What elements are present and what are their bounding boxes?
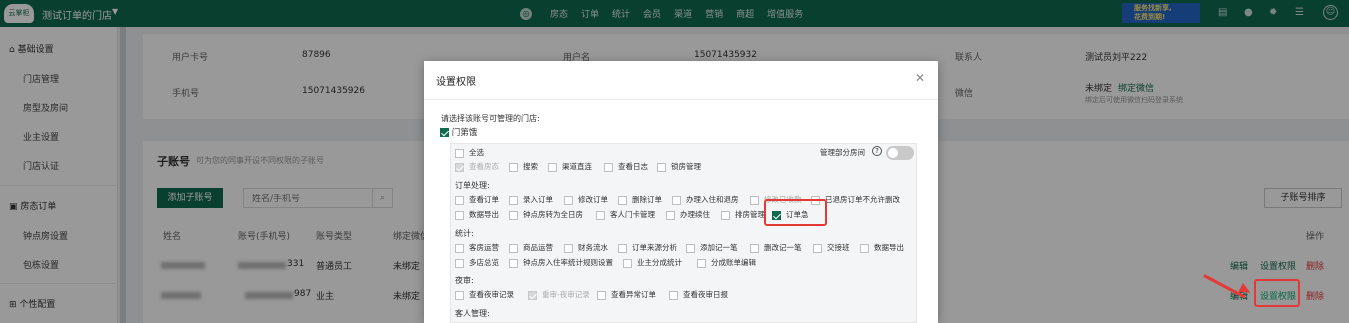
perm-checkin-checkout[interactable]: 办理入住和退房 bbox=[672, 194, 739, 205]
perm-multi-store[interactable]: 多店总览 bbox=[455, 257, 499, 268]
perm-view-abnormal-orders[interactable]: 查看异常订单 bbox=[597, 289, 656, 300]
perm-data-export[interactable]: 数据导出 bbox=[455, 209, 499, 220]
perm-modify-orders[interactable]: 修改订单 bbox=[564, 194, 608, 205]
perm-view-night-audit[interactable]: 查看夜审记录 bbox=[455, 289, 514, 300]
modal-divider bbox=[424, 99, 938, 100]
set-permission-link-highlighted[interactable]: 设置权限 bbox=[1260, 289, 1296, 302]
perm-room-assignment[interactable]: 排房管理 bbox=[721, 209, 765, 220]
perm-add-record[interactable]: 添加记一笔 bbox=[686, 242, 738, 253]
store-checkbox[interactable]: 门第饿 bbox=[440, 126, 477, 138]
perm-view-log[interactable]: 查看日志 bbox=[604, 161, 648, 172]
perm-owner-share-stats[interactable]: 业主分成统计 bbox=[623, 257, 682, 268]
perm-extend-stay[interactable]: 办理续住 bbox=[666, 209, 710, 220]
perm-stats-export[interactable]: 数据导出 bbox=[860, 242, 904, 253]
perm-shift-handover[interactable]: 交接班 bbox=[813, 242, 850, 253]
order-section-title: 订单处理: bbox=[455, 181, 490, 190]
perm-share-bill-edit[interactable]: 分成账单编辑 bbox=[697, 257, 756, 268]
store-select-prompt: 请选择该账号可管理的门店: bbox=[441, 114, 540, 123]
perm-door-card[interactable]: 客人门卡管理 bbox=[596, 209, 655, 220]
perm-view-orders[interactable]: 查看订单 bbox=[455, 194, 499, 205]
perm-hourly-occupancy-rules[interactable]: 钟点房入住率统计规则设置 bbox=[509, 257, 613, 268]
perm-edit-record[interactable]: 删改记一笔 bbox=[750, 242, 802, 253]
guest-section-title: 客人管理: bbox=[455, 309, 490, 318]
night-audit-section-title: 夜审: bbox=[455, 276, 474, 285]
partial-rooms-label: 管理部分房间 bbox=[820, 148, 865, 157]
perm-select-all[interactable]: 全选 bbox=[455, 147, 484, 158]
perm-view-room-status[interactable]: 查看房态 bbox=[455, 161, 499, 172]
partial-rooms-toggle[interactable] bbox=[886, 146, 914, 160]
perm-financial-flow[interactable]: 财务流水 bbox=[564, 242, 608, 253]
question-icon[interactable]: ? bbox=[872, 146, 882, 156]
stats-section-title: 统计: bbox=[455, 229, 474, 238]
perm-channel-direct[interactable]: 渠道直连 bbox=[548, 161, 592, 172]
perm-hourly-to-full-day[interactable]: 钟点房转为全日房 bbox=[509, 209, 583, 220]
perm-delete-orders[interactable]: 删除订单 bbox=[618, 194, 662, 205]
checkbox-checked-icon[interactable] bbox=[440, 128, 449, 137]
modal-title: 设置权限 bbox=[436, 77, 476, 88]
perm-search[interactable]: 搜索 bbox=[509, 161, 538, 172]
perm-order-source[interactable]: 订单来源分析 bbox=[618, 242, 677, 253]
perm-view-night-report[interactable]: 查看夜审日报 bbox=[669, 289, 728, 300]
close-icon[interactable]: ✕ bbox=[915, 71, 925, 85]
perm-product-operations[interactable]: 商品运营 bbox=[509, 242, 553, 253]
perm-room-operations[interactable]: 客房运营 bbox=[455, 242, 499, 253]
perm-lock-room[interactable]: 锁房管理 bbox=[657, 161, 701, 172]
perm-redo-night-audit[interactable]: 重审-夜审记录 bbox=[528, 289, 590, 300]
highlight-box bbox=[764, 199, 827, 226]
perm-enter-orders[interactable]: 录入订单 bbox=[509, 194, 553, 205]
